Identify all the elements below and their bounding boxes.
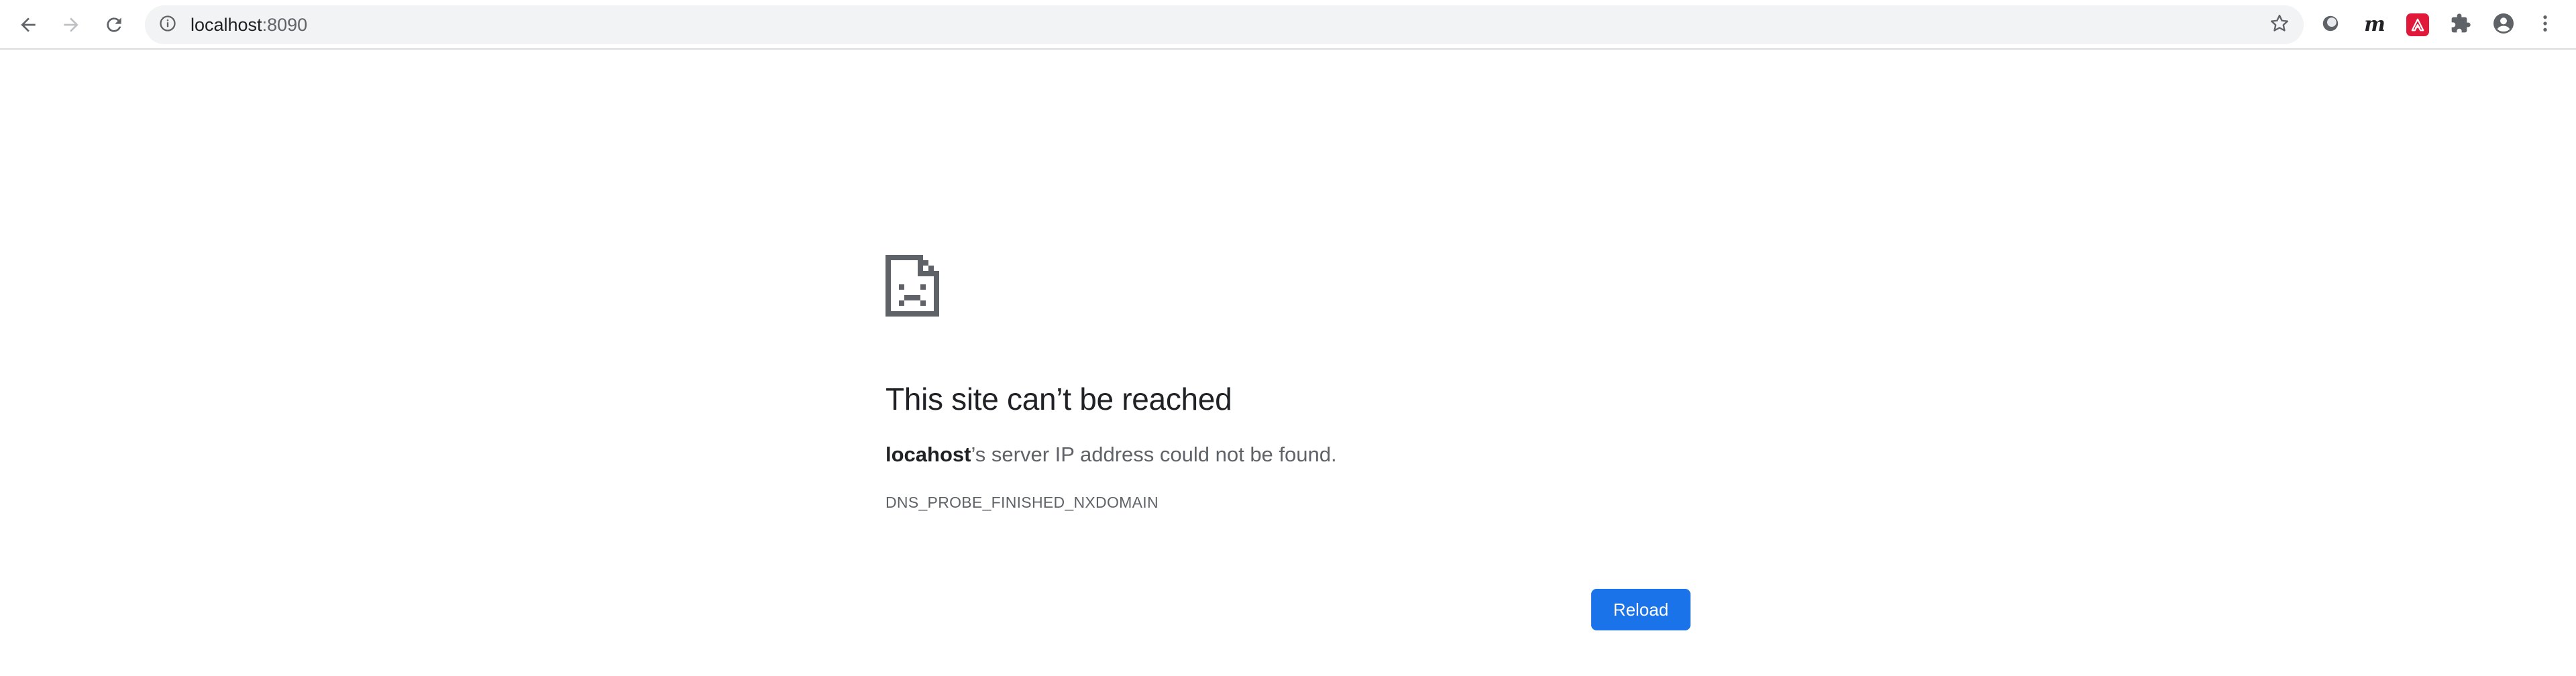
reload-page-button[interactable] bbox=[98, 9, 130, 41]
error-summary: locahost’s server IP address could not b… bbox=[885, 443, 1337, 467]
address-bar[interactable]: localhost:8090 bbox=[145, 5, 2304, 44]
error-host: locahost bbox=[885, 443, 971, 466]
url-port: :8090 bbox=[262, 15, 308, 35]
error-code: DNS_PROBE_FINISHED_NXDOMAIN bbox=[885, 494, 1159, 511]
back-button[interactable] bbox=[12, 9, 44, 41]
bookmark-button[interactable] bbox=[2267, 13, 2292, 37]
red-extension-button[interactable] bbox=[2404, 11, 2431, 38]
address-bar-url[interactable]: localhost:8090 bbox=[191, 5, 307, 44]
site-info-button[interactable] bbox=[157, 14, 178, 36]
browser-toolbar: localhost:8090 m bbox=[0, 0, 2576, 50]
error-summary-text: ’s server IP address could not be found. bbox=[971, 443, 1337, 466]
circle-extension-button[interactable] bbox=[2317, 11, 2344, 38]
profile-icon bbox=[2491, 11, 2516, 39]
more-vert-icon bbox=[2534, 13, 2556, 38]
url-host: localhost bbox=[191, 15, 262, 35]
error-headline: This site can’t be reached bbox=[885, 382, 1232, 416]
sad-page-icon bbox=[885, 255, 939, 320]
extensions-button[interactable] bbox=[2447, 11, 2474, 38]
star-icon bbox=[2269, 13, 2290, 37]
reload-icon bbox=[103, 14, 125, 36]
m-extension-icon: m bbox=[2364, 13, 2385, 36]
forward-button[interactable] bbox=[55, 9, 87, 41]
reload-button[interactable]: Reload bbox=[1591, 589, 1690, 630]
forward-icon bbox=[60, 14, 82, 36]
puzzle-icon bbox=[2450, 13, 2471, 38]
m-extension-button[interactable]: m bbox=[2361, 11, 2388, 38]
info-icon bbox=[158, 14, 177, 36]
menu-button[interactable] bbox=[2532, 11, 2559, 38]
profile-button[interactable] bbox=[2490, 11, 2517, 38]
red-extension-icon bbox=[2406, 13, 2429, 36]
circle-extension-icon bbox=[2320, 13, 2341, 37]
back-icon bbox=[17, 14, 39, 36]
